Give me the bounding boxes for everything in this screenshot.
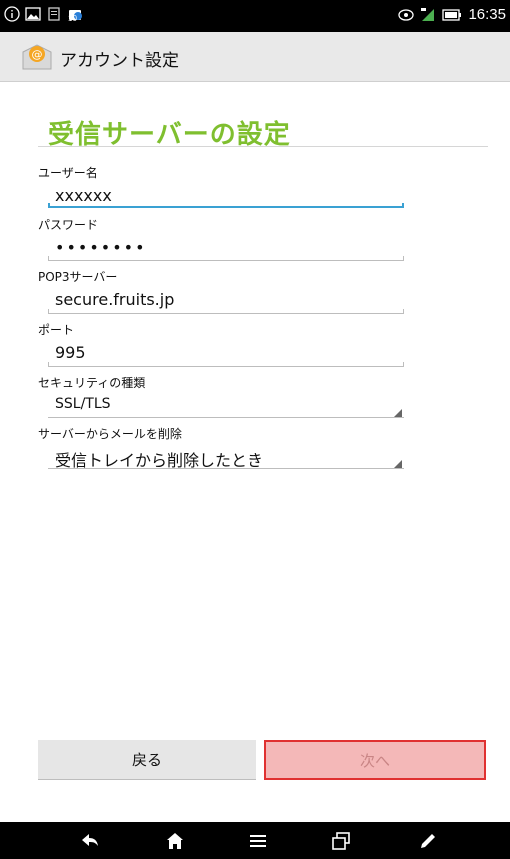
battery-icon <box>442 8 462 21</box>
delete-underline <box>48 468 404 469</box>
home-icon[interactable] <box>165 831 185 851</box>
status-bar: 10 16:35 <box>0 0 510 32</box>
username-underline <box>48 203 404 208</box>
file-icon <box>48 7 60 21</box>
security-label: セキュリティの種類 <box>38 376 146 390</box>
server-field[interactable]: secure.fruits.jp <box>55 290 174 309</box>
signal-lte-icon <box>421 7 435 21</box>
edit-icon[interactable] <box>418 831 438 851</box>
chevron-down-icon[interactable] <box>394 460 402 468</box>
back-button-label: 戻る <box>131 751 162 769</box>
data-transfer-icon <box>398 8 415 21</box>
heading-divider <box>38 146 488 147</box>
security-underline <box>48 417 404 418</box>
username-label: ユーザー名 <box>38 166 98 180</box>
server-underline <box>48 309 404 314</box>
server-label: POP3サーバー <box>38 270 118 284</box>
image-icon <box>25 7 41 21</box>
port-underline <box>48 362 404 367</box>
back-icon[interactable] <box>80 831 100 851</box>
app-title: アカウント設定 <box>60 51 179 71</box>
status-bar-right: 16:35 <box>398 6 506 23</box>
status-bar-left: 10 <box>4 6 83 23</box>
port-label: ポート <box>38 323 75 337</box>
info-icon <box>4 6 20 22</box>
clock: 16:35 <box>468 6 506 23</box>
security-select[interactable]: SSL/TLS <box>55 396 111 412</box>
delete-label: サーバーからメールを削除 <box>38 427 182 441</box>
next-button-label: 次へ <box>359 751 390 770</box>
port-field[interactable]: 995 <box>55 343 86 362</box>
password-label: パスワード <box>38 218 99 232</box>
email-icon[interactable]: @ <box>22 42 52 72</box>
password-field[interactable]: •••••••• <box>55 238 147 257</box>
action-bar: @ アカウント設定 <box>0 32 510 82</box>
chevron-down-icon[interactable] <box>394 409 402 417</box>
next-button[interactable]: 次へ <box>264 740 486 780</box>
recent-apps-icon[interactable] <box>331 831 351 851</box>
navigation-bar <box>0 822 510 859</box>
svg-text:@: @ <box>32 48 43 61</box>
back-button[interactable]: 戻る <box>38 740 256 780</box>
notification-badge: 10 <box>68 14 77 23</box>
menu-icon[interactable] <box>248 831 268 851</box>
password-underline <box>48 256 404 261</box>
